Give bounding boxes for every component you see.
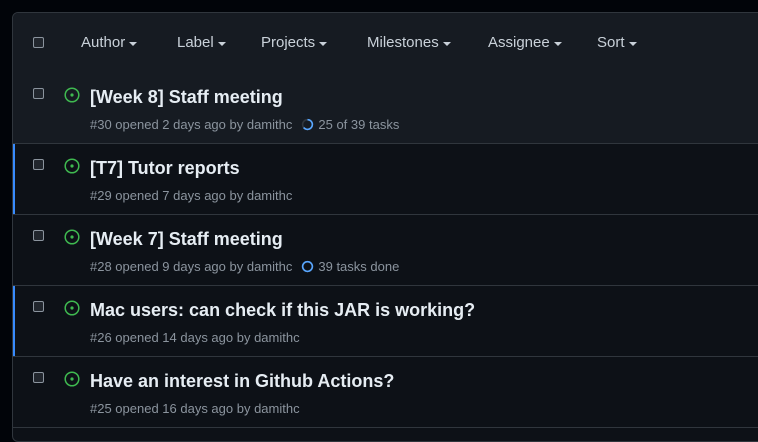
issue-checkbox[interactable] (33, 88, 44, 99)
projects-filter-dropdown[interactable]: Projects (261, 34, 328, 51)
sort-dropdown[interactable]: Sort (597, 34, 637, 51)
issue-opened-icon (64, 158, 80, 174)
issue-meta-text: #28 opened 9 days ago by damithc (90, 259, 293, 274)
issue-row[interactable]: Mac users: can check if this JAR is work… (13, 286, 758, 357)
issue-opened-icon (64, 229, 80, 245)
author-filter-dropdown[interactable]: Author (81, 34, 138, 51)
issue-checkbox[interactable] (33, 372, 44, 383)
issue-row[interactable]: [Week 7] Staff meeting #28 opened 9 days… (13, 215, 758, 286)
select-all-checkbox[interactable] (33, 37, 44, 48)
issues-list-panel: Author Label Projects Milestones Assigne… (12, 12, 758, 442)
caret-down-icon (319, 41, 328, 46)
issue-meta: #25 opened 16 days ago by damithc (90, 401, 300, 416)
task-progress[interactable]: 25 of 39 tasks (301, 117, 399, 132)
issue-opened-icon (64, 87, 80, 103)
issue-meta-text: #25 opened 16 days ago by damithc (90, 401, 300, 416)
progress-circle-icon (302, 260, 314, 273)
milestones-filter-label: Milestones (367, 34, 439, 51)
issue-title-link[interactable]: [Week 8] Staff meeting (90, 87, 283, 108)
issue-row[interactable]: [Week 8] Staff meeting #30 opened 2 days… (13, 73, 758, 144)
milestones-filter-dropdown[interactable]: Milestones (367, 34, 451, 51)
issue-title-link[interactable]: [Week 7] Staff meeting (90, 229, 283, 250)
projects-filter-label: Projects (261, 34, 316, 51)
author-filter-label: Author (81, 34, 126, 51)
issue-checkbox[interactable] (33, 301, 44, 312)
issue-meta-text: #26 opened 14 days ago by damithc (90, 330, 300, 345)
issue-title-link[interactable]: Have an interest in Github Actions? (90, 371, 394, 392)
assignee-filter-label: Assignee (488, 34, 550, 51)
caret-down-icon (129, 41, 138, 46)
label-filter-label: Label (177, 34, 214, 51)
issue-meta: #28 opened 9 days ago by damithc 39 task… (90, 259, 399, 274)
issues-filter-bar: Author Label Projects Milestones Assigne… (13, 13, 758, 74)
issue-meta-text: #29 opened 7 days ago by damithc (90, 188, 293, 203)
issue-meta-text: #30 opened 2 days ago by damithc (90, 117, 293, 132)
task-progress[interactable]: 39 tasks done (301, 259, 399, 274)
issue-checkbox[interactable] (33, 230, 44, 241)
issue-checkbox[interactable] (33, 159, 44, 170)
sort-label: Sort (597, 34, 625, 51)
task-progress-text: 25 of 39 tasks (318, 117, 400, 132)
issue-title-link[interactable]: Mac users: can check if this JAR is work… (90, 300, 475, 321)
progress-circle-icon (302, 118, 314, 131)
assignee-filter-dropdown[interactable]: Assignee (488, 34, 562, 51)
issue-opened-icon (64, 300, 80, 316)
issue-meta: #29 opened 7 days ago by damithc (90, 188, 292, 203)
issue-meta: #30 opened 2 days ago by damithc 25 of 3… (90, 117, 399, 132)
task-progress-text: 39 tasks done (318, 259, 400, 274)
caret-down-icon (442, 41, 451, 46)
issue-title-link[interactable]: [T7] Tutor reports (90, 158, 240, 179)
issue-row[interactable]: [T7] Tutor reports #29 opened 7 days ago… (13, 144, 758, 215)
caret-down-icon (628, 41, 637, 46)
caret-down-icon (553, 41, 562, 46)
issue-meta: #26 opened 14 days ago by damithc (90, 330, 300, 345)
issue-row[interactable]: Have an interest in Github Actions? #25 … (13, 357, 758, 428)
caret-down-icon (217, 41, 226, 46)
issue-opened-icon (64, 371, 80, 387)
label-filter-dropdown[interactable]: Label (177, 34, 226, 51)
